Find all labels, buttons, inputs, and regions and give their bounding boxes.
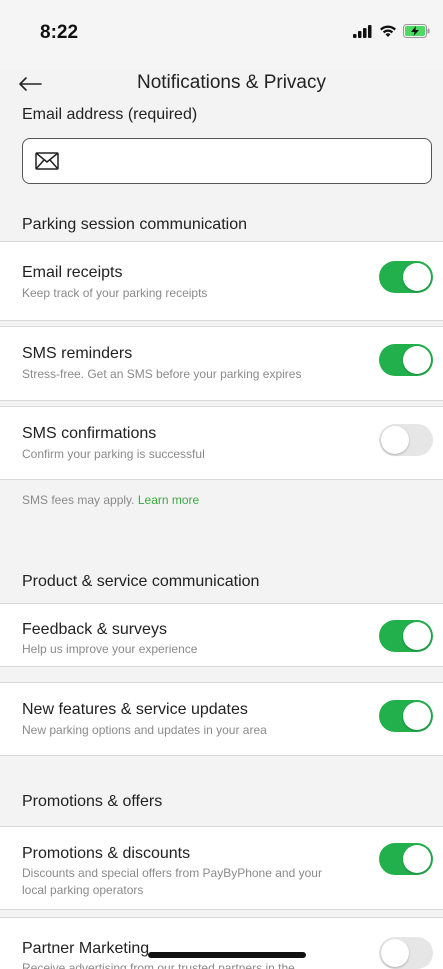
header: Notifications & Privacy [0,70,443,104]
row-new-features: New features & service updates New parki… [0,682,443,756]
row-sms-confirmations: SMS confirmations Confirm your parking i… [0,406,443,480]
toggle-knob [403,346,431,374]
row-title: SMS confirmations [22,425,157,442]
email-label: Email address (required) [22,106,198,123]
row-subtitle-line-2: local parking operators [22,883,144,897]
row-subtitle: Keep track of your parking receipts [22,286,208,300]
status-bar: 8:22 [0,0,443,70]
row-partner-marketing: Partner Marketing Receive advertising fr… [0,917,443,969]
learn-more-link[interactable]: Learn more [138,493,199,507]
sms-confirmations-toggle[interactable] [379,424,433,456]
feedback-toggle[interactable] [379,620,433,652]
section-header-promotions: Promotions & offers [0,790,443,814]
row-subtitle: Receive advertising from our trusted par… [22,961,295,969]
row-title: Promotions & discounts [22,845,191,862]
row-subtitle: Help us improve your experience [22,642,198,656]
row-title: SMS reminders [22,345,133,362]
row-title: Partner Marketing [22,940,150,957]
row-subtitle: New parking options and updates in your … [22,723,267,737]
sms-fees-note: SMS fees may apply. Learn more [22,493,199,507]
row-feedback: Feedback & surveys Help us improve your … [0,603,443,667]
row-subtitle: Stress-free. Get an SMS before your park… [22,367,302,381]
email-input[interactable] [69,152,431,170]
row-title: New features & service updates [22,701,248,718]
toggle-knob [403,263,431,291]
signal-icon [353,24,372,38]
partner-marketing-toggle[interactable] [379,937,433,969]
row-promotions: Promotions & discounts Discounts and spe… [0,826,443,910]
row-title: Feedback & surveys [22,621,167,638]
status-icons [353,24,431,38]
toggle-knob [403,845,431,873]
envelope-icon [35,152,59,170]
row-email-receipts: Email receipts Keep track of your parkin… [0,241,443,321]
battery-charging-icon [403,24,430,38]
toggle-knob [381,939,409,967]
row-sms-reminders: SMS reminders Stress-free. Get an SMS be… [0,326,443,401]
status-time: 8:22 [40,22,79,43]
email-receipts-toggle[interactable] [379,261,433,293]
email-field[interactable] [22,138,432,184]
sms-reminders-toggle[interactable] [379,344,433,376]
section-header-product: Product & service communication [0,570,443,594]
page-title: Notifications & Privacy [136,72,326,93]
toggle-knob [381,426,409,454]
wifi-icon [380,25,396,37]
home-indicator [148,952,306,958]
promotions-toggle[interactable] [379,843,433,875]
row-title: Email receipts [22,264,123,281]
new-features-toggle[interactable] [379,700,433,732]
toggle-knob [403,622,431,650]
row-subtitle: Confirm your parking is successful [22,447,205,461]
toggle-knob [403,702,431,730]
section-header-parking: Parking session communication [0,213,443,237]
row-subtitle-line-1: Discounts and special offers from PayByP… [22,866,322,880]
sms-fees-text: SMS fees may apply. [22,493,135,507]
